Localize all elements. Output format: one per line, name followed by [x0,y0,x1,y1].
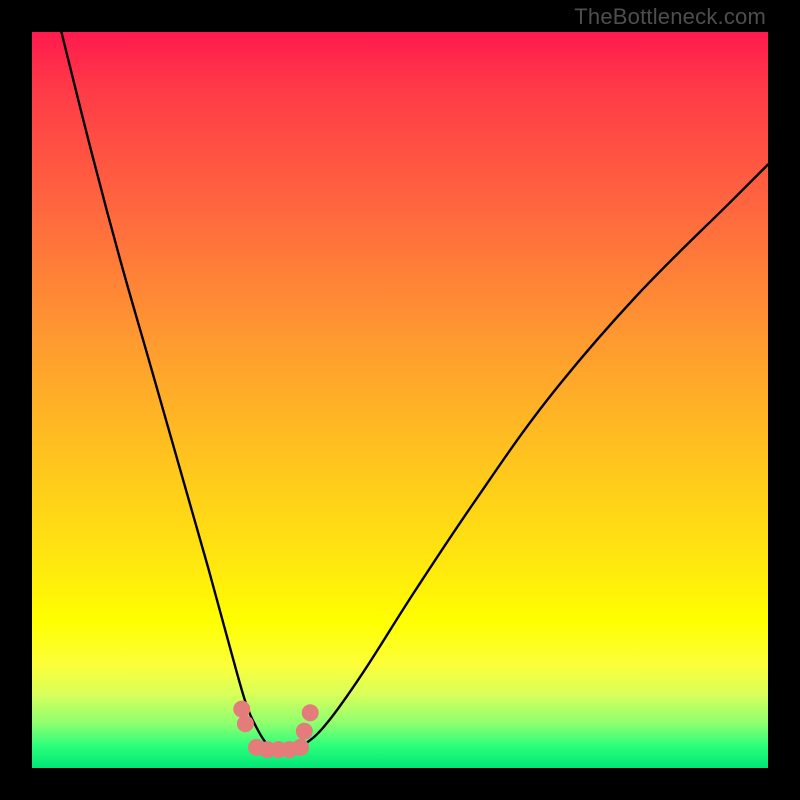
plot-area [32,32,768,768]
marker-dot [302,704,319,721]
marker-dot [296,723,313,740]
watermark-text: TheBottleneck.com [574,4,766,30]
marker-dot [233,701,250,718]
chart-frame: TheBottleneck.com [0,0,800,800]
marker-dot [237,715,254,732]
marker-dot [292,739,309,756]
bottleneck-curve [61,32,768,750]
curve-markers [233,701,318,759]
curve-layer [32,32,768,768]
